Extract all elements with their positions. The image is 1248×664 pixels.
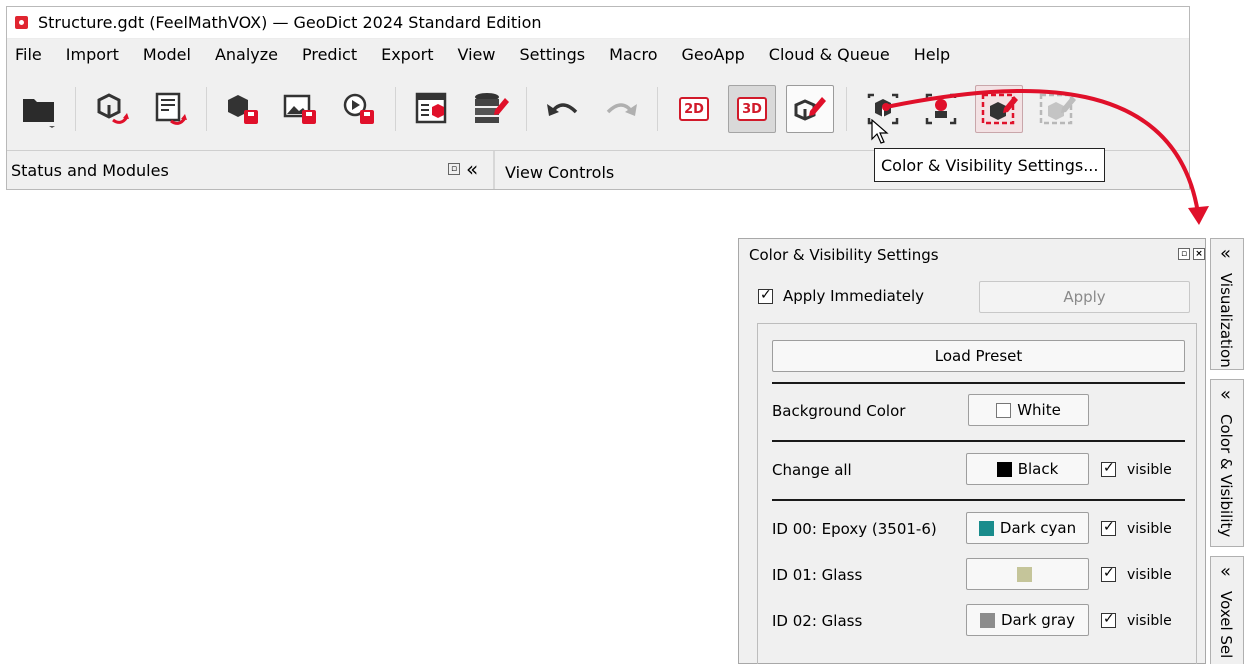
apply-immediately-label: Apply Immediately xyxy=(783,287,925,305)
section-divider xyxy=(772,382,1185,384)
color-name: Dark gray xyxy=(1000,611,1076,629)
background-color-label: Background Color xyxy=(772,402,906,420)
material-00-color-button[interactable]: Dark cyan xyxy=(966,512,1089,544)
section-divider xyxy=(772,499,1185,501)
color-name: Black xyxy=(1017,460,1059,478)
change-all-color-button[interactable]: Black xyxy=(966,453,1089,485)
panel-header: Color & Visibility Settings xyxy=(739,239,1204,271)
section-divider xyxy=(772,440,1185,442)
tab-color-visibility[interactable]: « Color & Visibility xyxy=(1210,379,1244,547)
panel-float-icon[interactable]: ▫ xyxy=(1178,248,1190,260)
expand-icon: « xyxy=(1220,561,1232,582)
panel-content: Load Preset Background Color White Chang… xyxy=(757,323,1197,664)
side-tab-strip: « Visualization « Color & Visibility « V… xyxy=(1208,238,1248,664)
tab-label: Voxel Sel xyxy=(1217,591,1235,659)
color-name: Dark cyan xyxy=(999,519,1077,537)
material-02-visible-checkbox[interactable] xyxy=(1101,611,1116,628)
color-swatch xyxy=(978,520,994,536)
material-01-visible-checkbox[interactable] xyxy=(1101,565,1116,582)
color-visibility-panel: Color & Visibility Settings ▫ × Apply Im… xyxy=(738,238,1206,664)
apply-button[interactable]: Apply xyxy=(979,281,1190,313)
apply-immediately-checkbox[interactable] xyxy=(758,287,773,304)
material-01-color-button[interactable] xyxy=(966,558,1089,590)
material-02-label: ID 02: Glass xyxy=(772,612,863,630)
material-00-label: ID 00: Epoxy (3501-6) xyxy=(772,520,937,538)
color-swatch xyxy=(1017,566,1032,582)
visible-label: visible xyxy=(1127,521,1172,537)
expand-icon: « xyxy=(1220,243,1232,264)
expand-icon: « xyxy=(1220,384,1232,405)
color-swatch xyxy=(996,402,1012,418)
material-00-visible-checkbox[interactable] xyxy=(1101,519,1116,536)
panel-close-icon[interactable]: × xyxy=(1193,248,1205,260)
change-all-label: Change all xyxy=(772,461,852,479)
load-preset-button[interactable]: Load Preset xyxy=(772,340,1185,372)
change-all-visible-checkbox[interactable] xyxy=(1101,460,1116,477)
color-name: White xyxy=(1017,401,1061,419)
color-swatch xyxy=(996,461,1012,477)
visible-label: visible xyxy=(1127,567,1172,583)
background-color-button[interactable]: White xyxy=(968,394,1089,426)
material-02-color-button[interactable]: Dark gray xyxy=(966,604,1089,636)
tab-label: Color & Visibility xyxy=(1217,414,1235,538)
material-01-label: ID 01: Glass xyxy=(772,566,863,584)
visible-label: visible xyxy=(1127,613,1172,629)
tab-voxel-selection[interactable]: « Voxel Sel xyxy=(1210,556,1244,664)
tab-label: Visualization xyxy=(1217,273,1235,368)
color-swatch xyxy=(979,612,995,628)
tab-visualization[interactable]: « Visualization xyxy=(1210,238,1244,370)
panel-title: Color & Visibility Settings xyxy=(749,246,939,264)
visible-label: visible xyxy=(1127,462,1172,478)
apply-row: Apply Immediately Apply xyxy=(739,279,1204,313)
